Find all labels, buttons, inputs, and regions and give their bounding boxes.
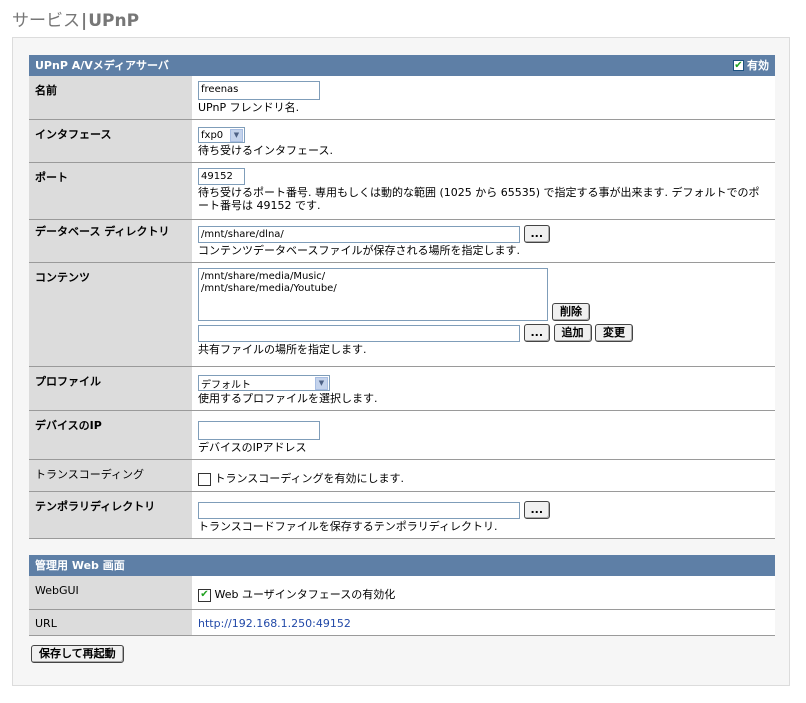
content-label: コンテンツ	[29, 262, 192, 367]
content-browse-button[interactable]: ...	[523, 324, 551, 342]
port-label: ポート	[29, 162, 192, 220]
temp-dir-input[interactable]	[198, 501, 520, 519]
breadcrumb-separator: |	[81, 11, 88, 31]
chevron-down-icon: ▼	[230, 128, 243, 142]
temp-dir-label: テンポラリディレクトリ	[29, 491, 192, 539]
profile-select[interactable]: デフォルト ▼	[198, 375, 330, 391]
interface-select-value: fxp0	[201, 129, 224, 141]
webgui-checkbox-label[interactable]: Web ユーザインタフェースの有効化	[215, 588, 396, 601]
web-section-title: 管理用 Web 画面	[35, 559, 125, 572]
temp-dir-browse-button[interactable]: ...	[523, 501, 551, 519]
port-input[interactable]: 49152	[198, 168, 245, 185]
url-label: URL	[29, 609, 192, 636]
row-url: URL http://192.168.1.250:49152	[29, 609, 775, 636]
list-item[interactable]: /mnt/share/media/Youtube/	[201, 283, 545, 295]
profile-desc: 使用するプロファイルを選択します.	[198, 392, 378, 405]
name-label: 名前	[29, 76, 192, 120]
row-profile: プロファイル デフォルト ▼ 使用するプロファイルを選択します.	[29, 366, 775, 411]
checkmark-icon: ✔	[200, 589, 209, 600]
list-item[interactable]: /mnt/share/media/Music/	[201, 271, 545, 283]
temp-dir-desc: トランスコードファイルを保存するテンポラリディレクトリ.	[198, 520, 498, 533]
content-delete-button[interactable]: 削除	[552, 303, 590, 321]
content-list[interactable]: /mnt/share/media/Music/ /mnt/share/media…	[198, 268, 548, 321]
port-desc: 待ち受けるポート番号. 専用もしくは動的な範囲 (1025 から 65535) …	[198, 186, 760, 212]
section-spacer	[29, 538, 775, 555]
device-ip-input[interactable]	[198, 421, 320, 440]
upnp-section-header: UPnP A/Vメディアサーバ ✔ 有効	[29, 55, 775, 76]
url-link[interactable]: http://192.168.1.250:49152	[198, 617, 351, 630]
row-device-ip: デバイスのIP デバイスのIPアドレス	[29, 410, 775, 460]
breadcrumb-section: サービス	[12, 11, 80, 31]
row-webgui: WebGUI ✔ Web ユーザインタフェースの有効化	[29, 576, 775, 610]
interface-label: インタフェース	[29, 119, 192, 163]
upnp-section-title: UPnP A/Vメディアサーバ	[35, 59, 169, 72]
row-temp-dir: テンポラリディレクトリ ... トランスコードファイルを保存するテンポラリディレ…	[29, 491, 775, 539]
row-database: データベース ディレクトリ /mnt/share/dlna/ ... コンテンツ…	[29, 219, 775, 263]
upnp-enable-label: 有効	[747, 59, 769, 72]
transcoding-label: トランスコーディング	[29, 459, 192, 492]
name-desc: UPnP フレンドリ名.	[198, 101, 300, 114]
webgui-label: WebGUI	[29, 576, 192, 610]
name-input[interactable]: freenas	[198, 81, 320, 100]
upnp-enable-checkbox[interactable]: ✔	[733, 60, 744, 71]
chevron-down-icon: ▼	[315, 376, 328, 390]
interface-select[interactable]: fxp0 ▼	[198, 127, 245, 143]
page-title: サービス|UPnP	[12, 6, 139, 31]
database-desc: コンテンツデータベースファイルが保存される場所を指定します.	[198, 244, 520, 257]
transcoding-checkbox-label[interactable]: トランスコーディングを有効にします.	[215, 472, 405, 485]
database-label: データベース ディレクトリ	[29, 219, 192, 263]
save-restart-button[interactable]: 保存して再起動	[31, 644, 124, 663]
row-save: 保存して再起動	[29, 635, 775, 663]
content-path-input[interactable]	[198, 324, 520, 342]
checkmark-icon: ✔	[734, 59, 743, 71]
upnp-form: UPnP A/Vメディアサーバ ✔ 有効 名前 freenas UPnP フレン…	[29, 55, 775, 663]
breadcrumb-current: UPnP	[88, 11, 140, 31]
content-desc: 共有ファイルの場所を指定します.	[198, 343, 367, 356]
content-add-button[interactable]: 追加	[553, 324, 592, 342]
upnp-enable-toggle[interactable]: ✔ 有効	[733, 55, 769, 76]
database-path-input[interactable]: /mnt/share/dlna/	[198, 225, 520, 243]
row-port: ポート 49152 待ち受けるポート番号. 専用もしくは動的な範囲 (1025 …	[29, 162, 775, 220]
device-ip-label: デバイスのIP	[29, 410, 192, 460]
interface-desc: 待ち受けるインタフェース.	[198, 144, 333, 157]
profile-label: プロファイル	[29, 366, 192, 411]
device-ip-desc: デバイスのIPアドレス	[198, 441, 307, 454]
row-transcoding: トランスコーディング トランスコーディングを有効にします.	[29, 459, 775, 492]
database-browse-button[interactable]: ...	[523, 225, 551, 243]
row-interface: インタフェース fxp0 ▼ 待ち受けるインタフェース.	[29, 119, 775, 163]
row-name: 名前 freenas UPnP フレンドリ名.	[29, 76, 775, 120]
row-content: コンテンツ /mnt/share/media/Music/ /mnt/share…	[29, 262, 775, 367]
web-section-header: 管理用 Web 画面	[29, 555, 775, 576]
webgui-checkbox[interactable]: ✔	[198, 588, 211, 602]
profile-select-value: デフォルト	[201, 379, 251, 391]
content-change-button[interactable]: 変更	[595, 324, 634, 342]
transcoding-checkbox[interactable]	[198, 472, 211, 486]
